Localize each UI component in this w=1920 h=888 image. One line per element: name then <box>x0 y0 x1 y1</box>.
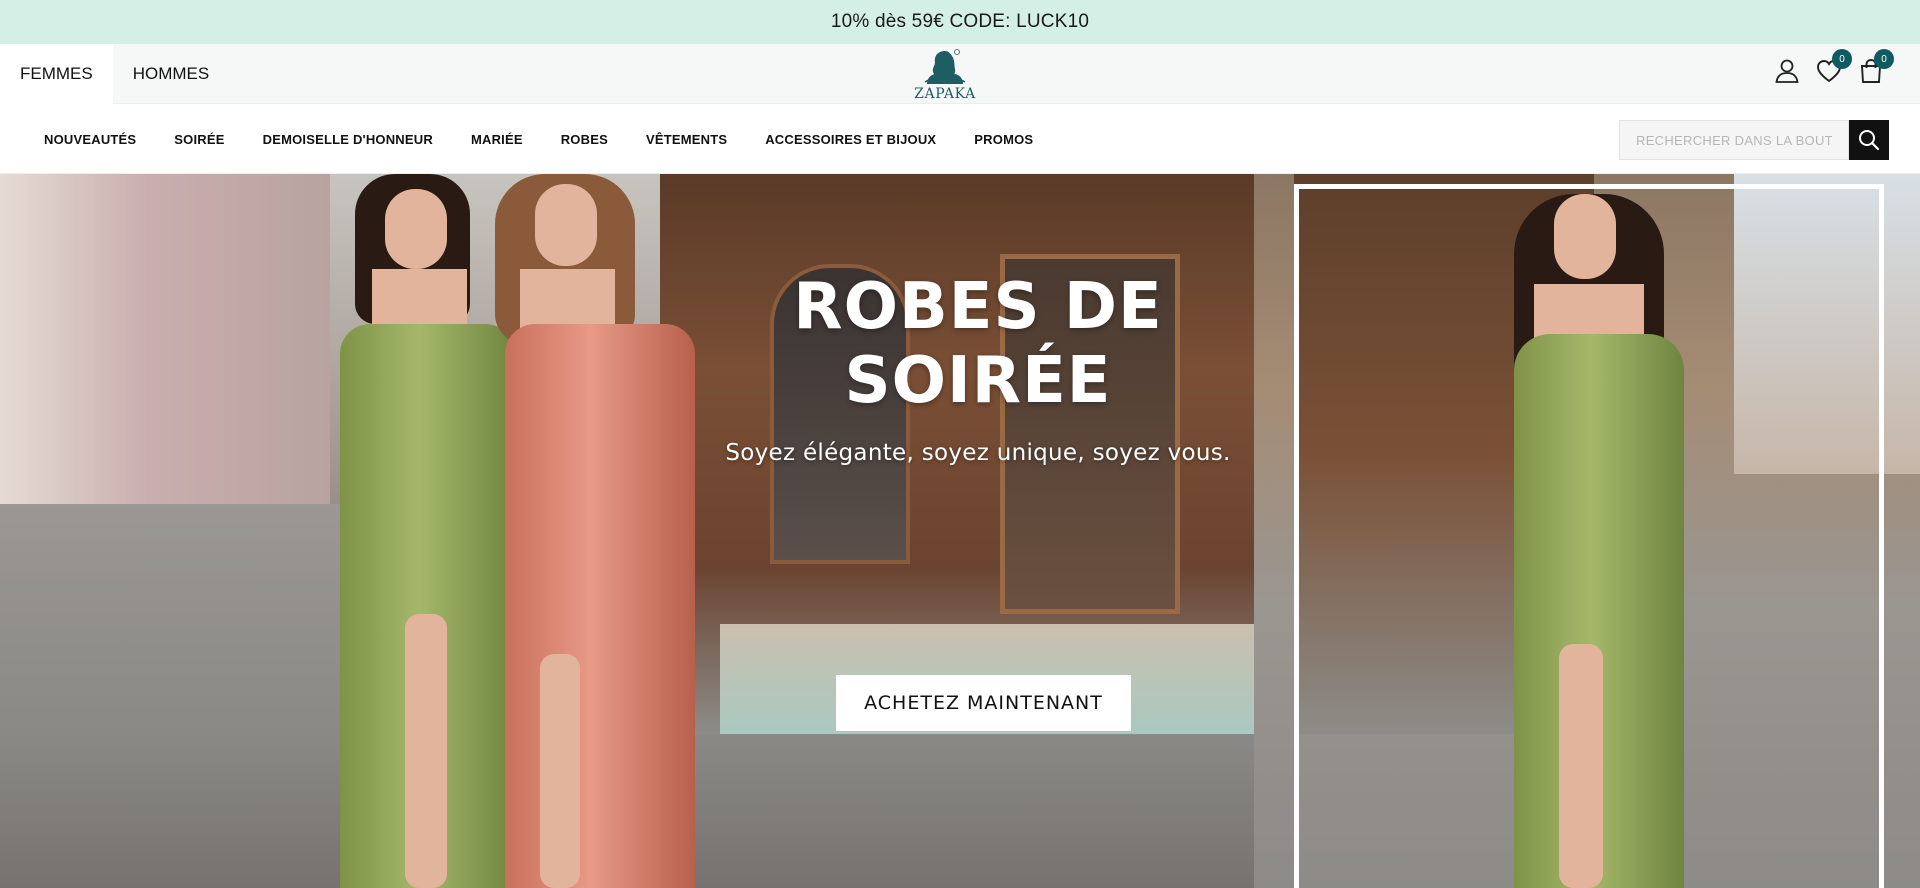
hero-title: ROBES DE SOIRÉE <box>793 270 1163 418</box>
shop-now-button[interactable]: ACHETEZ MAINTENANT <box>836 675 1131 731</box>
model-face <box>535 184 597 266</box>
background-building <box>0 174 330 534</box>
nav-item-demoiselle-dhonneur[interactable]: DEMOISELLE D'HONNEUR <box>263 132 433 147</box>
hero-text: ROBES DE SOIRÉE Soyez élégante, soyez un… <box>660 270 1296 466</box>
model-face <box>385 189 447 269</box>
model-leg <box>405 614 447 888</box>
search-button[interactable] <box>1849 120 1889 160</box>
nav-item-soiree[interactable]: SOIRÉE <box>174 132 224 147</box>
nav-item-mariee[interactable]: MARIÉE <box>471 132 523 147</box>
shop-now-label: ACHETEZ MAINTENANT <box>864 692 1103 714</box>
search-input[interactable] <box>1619 120 1849 160</box>
tab-femmes[interactable]: FEMMES <box>0 44 113 104</box>
tab-hommes[interactable]: HOMMES <box>113 44 230 104</box>
gender-tabs: FEMMES HOMMES <box>0 44 229 104</box>
hero-subtitle: Soyez élégante, soyez unique, soyez vous… <box>725 440 1231 466</box>
tab-hommes-label: HOMMES <box>132 64 210 83</box>
cart-button[interactable]: 0 <box>1858 49 1894 88</box>
search-icon <box>1859 130 1880 151</box>
site-logo[interactable]: ZAPAKA <box>905 48 985 102</box>
nav-item-accessoires-bijoux[interactable]: ACCESSOIRES ET BIJOUX <box>765 132 936 147</box>
wishlist-button[interactable]: 0 <box>1816 49 1852 88</box>
logo-text: ZAPAKA <box>914 86 976 102</box>
tab-femmes-label: FEMMES <box>20 64 93 83</box>
account-button[interactable] <box>1774 58 1804 88</box>
user-icon <box>1775 59 1799 83</box>
logo-silhouette-icon <box>924 49 966 84</box>
cart-count-badge: 0 <box>1874 49 1894 69</box>
model-leg <box>540 654 580 888</box>
announcement-bar: 10% dès 59€ CODE: LUCK10 <box>0 0 1920 44</box>
main-nav: NOUVEAUTÉS SOIRÉE DEMOISELLE D'HONNEUR M… <box>0 104 1920 174</box>
nav-item-vetements[interactable]: VÊTEMENTS <box>646 132 727 147</box>
nav-links: NOUVEAUTÉS SOIRÉE DEMOISELLE D'HONNEUR M… <box>44 104 1071 174</box>
photo-frame <box>1294 184 1884 888</box>
nav-item-robes[interactable]: ROBES <box>561 132 608 147</box>
nav-item-promos[interactable]: PROMOS <box>974 132 1033 147</box>
search-box <box>1619 120 1889 160</box>
model-shoulders <box>372 269 467 329</box>
announcement-text: 10% dès 59€ CODE: LUCK10 <box>830 11 1090 32</box>
model-shoulders <box>520 269 615 329</box>
nav-item-nouveautes[interactable]: NOUVEAUTÉS <box>44 132 136 147</box>
wishlist-count-badge: 0 <box>1832 49 1852 69</box>
site-header: FEMMES HOMMES ZAPAKA 0 0 <box>0 44 1920 104</box>
